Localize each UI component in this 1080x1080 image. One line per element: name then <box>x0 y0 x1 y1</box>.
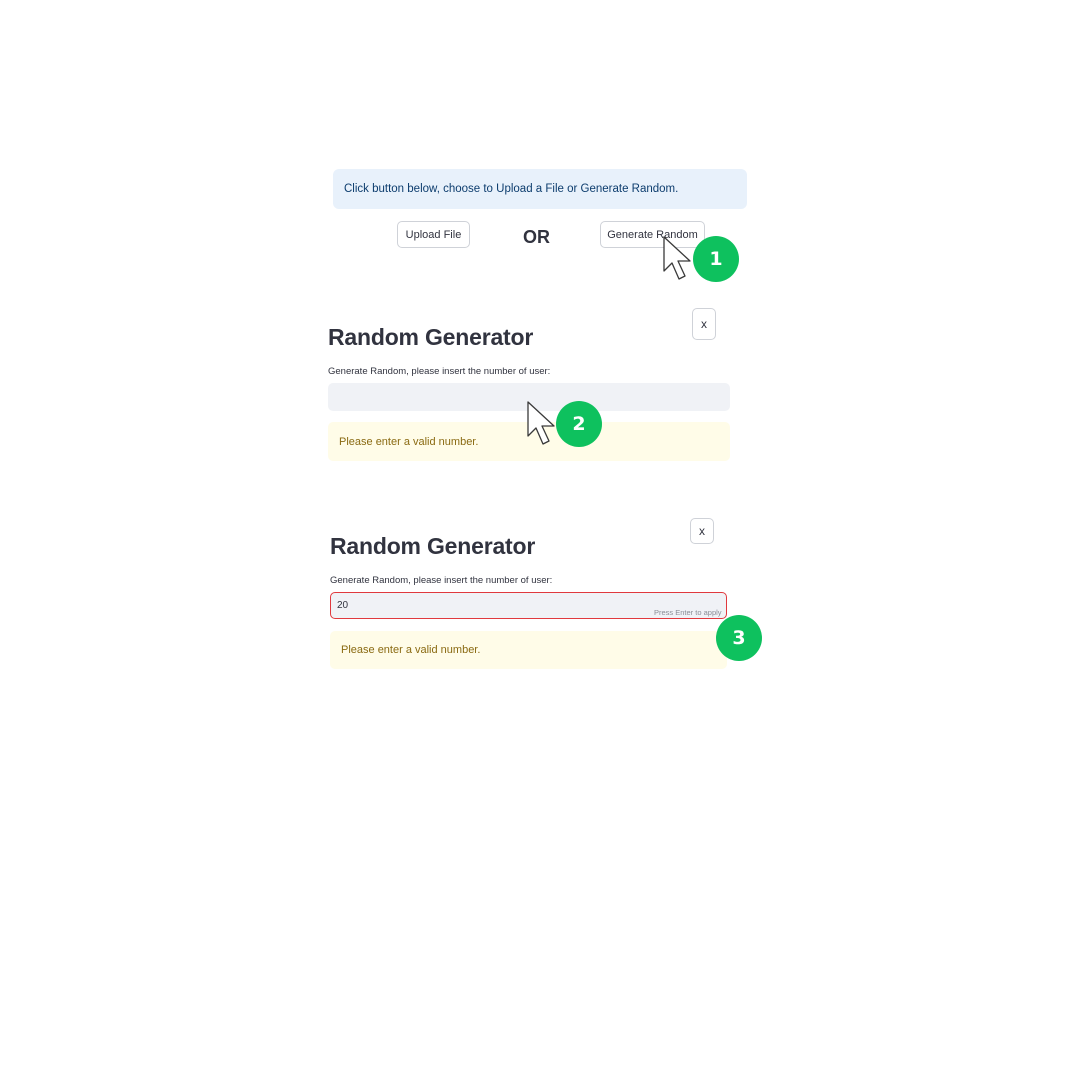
close-button[interactable]: x <box>690 518 714 544</box>
step-badge-2: 2 <box>556 401 602 447</box>
panel-title: Random Generator <box>330 533 536 559</box>
step-badge-3: 3 <box>716 615 762 661</box>
number-of-users-label: Generate Random, please insert the numbe… <box>330 575 553 586</box>
upload-file-button[interactable]: Upload File <box>397 221 470 248</box>
panel-title: Random Generator <box>328 324 534 350</box>
or-separator: OR <box>523 227 550 247</box>
step-badge-1: 1 <box>693 236 739 282</box>
info-alert: Click button below, choose to Upload a F… <box>333 169 747 209</box>
press-enter-hint: Press Enter to apply <box>654 608 722 617</box>
number-of-users-label: Generate Random, please insert the numbe… <box>328 366 551 377</box>
close-button[interactable]: x <box>692 308 716 340</box>
arrow-cursor-icon <box>663 236 691 280</box>
validation-warning: Please enter a valid number. <box>330 631 727 669</box>
arrow-cursor-icon <box>527 401 555 445</box>
